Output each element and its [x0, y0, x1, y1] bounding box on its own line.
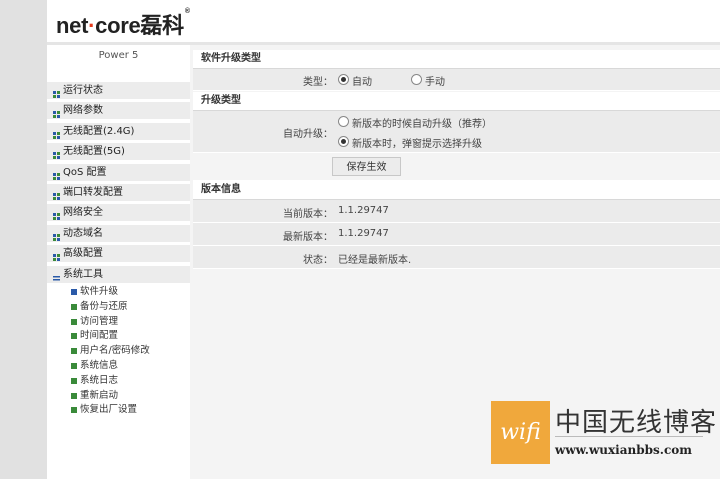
bullet-icon [71, 333, 77, 339]
submenu-item-label: 系统信息 [80, 360, 119, 371]
bullet-icon [71, 407, 77, 413]
folder-open-icon [53, 271, 60, 281]
type-label: 类型： [303, 77, 333, 88]
submenu-item-label: 恢复出厂设置 [80, 404, 138, 415]
section-title-upgrade-mode: 升级类型 [193, 92, 720, 111]
sidebar-item-8[interactable]: 高级配置 [47, 244, 190, 262]
status-value: 已经是最新版本. [338, 255, 412, 266]
row-auto-upgrade: 自动升级： 新版本的时候自动升级（推荐） 新版本时，弹窗提示选择升级 [193, 111, 720, 153]
bullet-icon [71, 348, 77, 354]
submenu-item-label: 重新启动 [80, 390, 119, 401]
sidebar-item-label: 运行状态 [63, 85, 103, 96]
sidebar-item-label: 无线配置(5G) [63, 146, 125, 157]
sidebar-item-4[interactable]: QoS 配置 [47, 163, 190, 181]
sidebar-item-label: 系统工具 [63, 269, 103, 280]
submenu-item-label: 系统日志 [80, 375, 119, 386]
section-title-version: 版本信息 [193, 181, 720, 200]
sidebar-item-label: 无线配置(2.4G) [63, 126, 135, 137]
sidebar-item-9[interactable]: 系统工具 [47, 265, 190, 283]
submenu-item-label: 时间配置 [80, 330, 119, 341]
sidebar-item-label: 网络参数 [63, 105, 103, 116]
radio-auto[interactable] [338, 74, 349, 85]
bullet-icon [71, 393, 77, 399]
section-title-upgrade-type: 软件升级类型 [193, 50, 720, 69]
bullet-icon [71, 363, 77, 369]
row-latest-version: 最新版本： 1.1.29747 [193, 223, 720, 246]
watermark-divider [555, 436, 703, 437]
watermark: wifi 中国无线博客 www.wuxianbbs.com [491, 400, 720, 465]
menu-square-icon [53, 107, 60, 118]
sidebar-item-6[interactable]: 网络安全 [47, 203, 190, 221]
radio-auto-label[interactable]: 自动 [352, 73, 372, 88]
menu-square-icon [53, 148, 60, 159]
brand-logo: net·core磊科® [56, 8, 190, 38]
row-upgrade-type: 类型： 自动 手动 [193, 69, 720, 91]
active-bullet-icon [71, 289, 77, 295]
latest-version-label: 最新版本： [283, 232, 333, 243]
row-status: 状态： 已经是最新版本. [193, 246, 720, 269]
status-label: 状态： [303, 255, 333, 266]
sidebar-item-2[interactable]: 无线配置(2.4G) [47, 122, 190, 140]
sidebar: Power 5 运行状态网络参数无线配置(2.4G) 无线配置(5G) QoS 配置… [47, 45, 190, 479]
watermark-logo: wifi [491, 401, 550, 464]
radio-prompt-upgrade-label[interactable]: 新版本时，弹窗提示选择升级 [352, 135, 482, 150]
radio-prompt-upgrade[interactable] [338, 136, 349, 147]
submenu-item-label: 访问管理 [80, 316, 119, 327]
watermark-title: 中国无线博客 [555, 408, 718, 438]
current-version-label: 当前版本： [283, 209, 333, 220]
auto-upgrade-label: 自动升级： [283, 129, 333, 140]
submenu-item-label: 备份与还原 [80, 301, 128, 312]
menu-square-icon [53, 230, 60, 241]
save-button[interactable]: 保存生效 [332, 157, 401, 176]
bullet-icon [71, 378, 77, 384]
sidebar-item-3[interactable]: 无线配置(5G) [47, 142, 190, 160]
menu-square-icon [53, 189, 60, 200]
current-version-value: 1.1.29747 [338, 205, 389, 216]
sidebar-item-7[interactable]: 动态域名 [47, 224, 190, 242]
submenu-item-label: 用户名/密码修改 [80, 345, 150, 356]
menu-square-icon [53, 169, 60, 180]
sidebar-item-label: 网络安全 [63, 207, 103, 218]
menu-square-icon [53, 250, 60, 261]
row-current-version: 当前版本： 1.1.29747 [193, 200, 720, 223]
watermark-url: www.wuxianbbs.com [555, 443, 692, 457]
header: net·core磊科® [47, 0, 720, 42]
sidebar-item-label: QoS 配置 [63, 167, 107, 178]
bullet-icon [71, 304, 77, 310]
menu-square-icon [53, 128, 60, 139]
bullet-icon [71, 319, 77, 325]
sidebar-item-label: 动态域名 [63, 228, 103, 239]
sidebar-item-label: 端口转发配置 [63, 187, 123, 198]
row-save [193, 153, 720, 181]
sidebar-item-1[interactable]: 网络参数 [47, 101, 190, 119]
radio-manual[interactable] [411, 74, 422, 85]
sidebar-item-0[interactable]: 运行状态 [47, 81, 190, 99]
left-margin [0, 0, 47, 479]
radio-auto-upgrade-label[interactable]: 新版本的时候自动升级（推荐） [352, 115, 492, 130]
menu-square-icon [53, 209, 60, 220]
submenu-item-label: 软件升级 [80, 286, 119, 297]
radio-manual-label[interactable]: 手动 [425, 73, 445, 88]
latest-version-value: 1.1.29747 [338, 228, 389, 239]
sidebar-item-label: 高级配置 [63, 248, 103, 259]
model-name: Power 5 [98, 50, 139, 61]
menu-square-icon [53, 87, 60, 98]
radio-auto-upgrade[interactable] [338, 116, 349, 127]
sidebar-item-5[interactable]: 端口转发配置 [47, 183, 190, 201]
